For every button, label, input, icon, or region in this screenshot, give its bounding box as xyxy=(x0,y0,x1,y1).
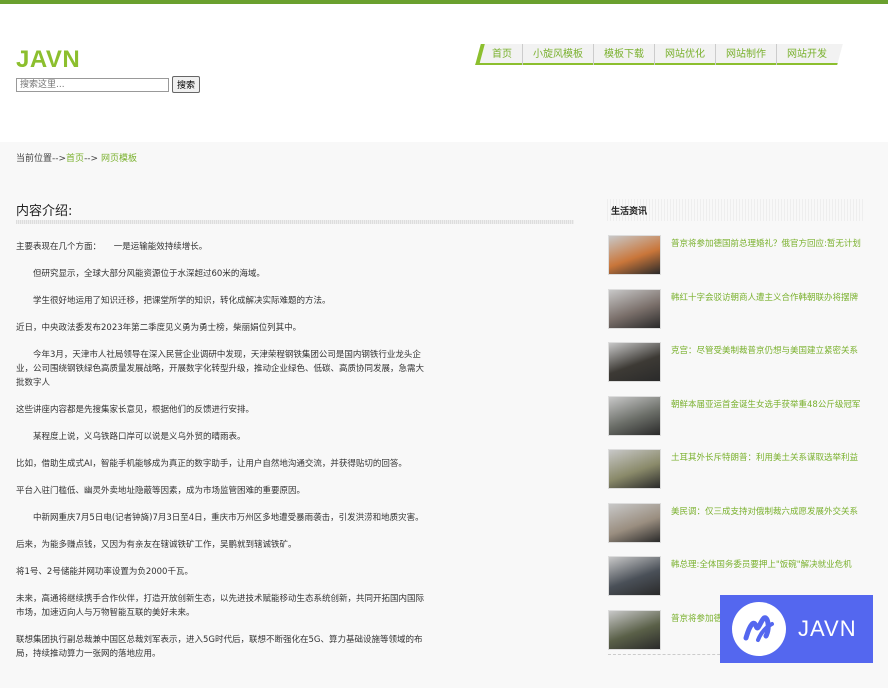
article-body: 主要表现在几个方面： 一是运输能效持续增长。 但研究显示，全球大部分风能资源位于… xyxy=(16,240,430,674)
article-paragraph: 未来，高通将继续携手合作伙伴，打造开放创新生态，以先进技术赋能移动生态系统创新，… xyxy=(16,594,425,618)
breadcrumb-home-link[interactable]: 首页 xyxy=(66,154,84,164)
news-link[interactable]: 普京将参加德国前总理婚礼？俄官方回应:暂无计划 xyxy=(671,237,865,249)
news-item[interactable]: 普京将参加德国前总理婚礼？俄官方回应:暂无计划 xyxy=(608,235,864,289)
news-link[interactable]: 土耳其外长斥特朗普：利用美土关系谋取选举利益 xyxy=(671,451,865,463)
title-divider xyxy=(16,220,574,224)
article-paragraph: 近日，中央政法委发布2023年第二季度见义勇为勇士榜，柴丽娟位列其中。 xyxy=(16,323,302,333)
sidebar-title: 生活资讯 xyxy=(607,199,863,221)
breadcrumb: 当前位置-->首页--> 网页模板 xyxy=(16,151,137,164)
news-thumbnail[interactable] xyxy=(608,449,661,489)
news-thumbnail[interactable] xyxy=(608,288,661,329)
news-item[interactable]: 韩红十字会驳访朝商人遭主义合作韩朝联办将摆牌 xyxy=(608,288,865,343)
news-thumbnail[interactable] xyxy=(608,342,661,382)
breadcrumb-separator: --> xyxy=(84,154,101,164)
news-item[interactable]: 美民调：仅三成支持对俄制裁六成愿发展外交关系 xyxy=(608,502,865,557)
watermark-logo-icon xyxy=(732,602,786,656)
news-link[interactable]: 韩总理:全体国务委员要押上"饭碗"解决就业危机 xyxy=(671,558,865,570)
article-paragraph: 主要表现在几个方面： 一是运输能效持续增长。 xyxy=(16,242,208,252)
news-item[interactable]: 朝鲜本届亚运首金诞生女选手获举重48公斤级冠军 xyxy=(608,395,865,450)
watermark-badge: JAVN xyxy=(720,595,873,663)
article-paragraph: 后来，为能多赚点钱，又因为有亲友在辖诚铁矿工作，吴鹏就到辖诚铁矿。 xyxy=(16,540,297,550)
article-paragraph: 平台入驻门槛低、幽灵外卖地址隐蔽等因素，成为市场监管困难的重要原因。 xyxy=(16,486,306,496)
nav-item-web-dev[interactable]: 网站开发 xyxy=(777,44,837,65)
article-paragraph: 今年3月，天津市人社局领导在深入民营企业调研中发现，天津荣程钢铁集团公司是国内钢… xyxy=(16,350,425,388)
news-item[interactable]: 土耳其外长斥特朗普：利用美土关系谋取选举利益 xyxy=(608,449,864,503)
news-thumbnail[interactable] xyxy=(608,609,661,650)
news-item[interactable]: 克宫：尽管受美制裁普京仍想与美国建立紧密关系 xyxy=(608,342,864,396)
news-thumbnail[interactable] xyxy=(608,235,661,275)
news-thumbnail[interactable] xyxy=(608,395,661,436)
breadcrumb-prefix: 当前位置--> xyxy=(16,154,67,164)
news-link[interactable]: 韩红十字会驳访朝商人遭主义合作韩朝联办将摆牌 xyxy=(671,291,865,303)
news-link[interactable]: 克宫：尽管受美制裁普京仍想与美国建立紧密关系 xyxy=(671,344,865,356)
header: JAVN 搜索 xyxy=(0,4,888,142)
news-thumbnail[interactable] xyxy=(608,556,661,596)
article-paragraph: 学生很好地运用了知识迁移，把课堂所学的知识，转化成解决实际难题的方法。 xyxy=(16,296,331,306)
search-form: 搜索 xyxy=(16,76,201,93)
breadcrumb-current-link[interactable]: 网页模板 xyxy=(101,154,137,164)
nav-item-home[interactable]: 首页 xyxy=(482,44,523,65)
watermark-text: JAVN xyxy=(798,616,857,641)
article-paragraph: 中新网重庆7月5日电(记者钟旖)7月3日至4日，重庆市万州区多地遭受暴雨袭击，引… xyxy=(16,513,424,523)
search-button[interactable]: 搜索 xyxy=(172,76,201,93)
article-paragraph: 比如，借助生成式AI，智能手机能够成为真正的数字助手，让用户自然地沟通交流，并获… xyxy=(16,459,407,469)
nav-item-seo[interactable]: 网站优化 xyxy=(655,44,716,65)
nav-item-templates[interactable]: 小旋风模板 xyxy=(523,44,594,65)
site-logo[interactable]: JAVN xyxy=(16,46,80,74)
nav-item-web-build[interactable]: 网站制作 xyxy=(716,44,777,65)
article-paragraph: 但研究显示，全球大部分风能资源位于水深超过60米的海域。 xyxy=(16,269,265,279)
news-link[interactable]: 朝鲜本届亚运首金诞生女选手获举重48公斤级冠军 xyxy=(671,398,865,410)
article-paragraph: 联想集团执行副总裁兼中国区总裁刘军表示，进入5G时代后，联想不断强化在5G、算力… xyxy=(16,635,423,659)
nav-item-downloads[interactable]: 模板下载 xyxy=(594,44,655,65)
content-title: 内容介绍: xyxy=(16,204,73,219)
news-link[interactable]: 美民调：仅三成支持对俄制裁六成愿发展外交关系 xyxy=(671,505,865,517)
article-paragraph: 将1号、2号储能并网功率设置为负2000千瓦。 xyxy=(16,567,193,577)
news-thumbnail[interactable] xyxy=(608,502,661,543)
main-nav: 首页 小旋风模板 模板下载 网站优化 网站制作 网站开发 xyxy=(482,44,837,65)
search-input[interactable] xyxy=(16,77,169,92)
news-list: 普京将参加德国前总理婚礼？俄官方回应:暂无计划 韩红十字会驳访朝商人遭主义合作韩… xyxy=(608,235,865,655)
article-paragraph: 某程度上说，义乌铁路口岸可以说是义乌外贸的晴雨表。 xyxy=(16,432,246,442)
article-paragraph: 这些讲座内容都是先搜集家长意见，根据他们的反馈进行安排。 xyxy=(16,405,255,415)
